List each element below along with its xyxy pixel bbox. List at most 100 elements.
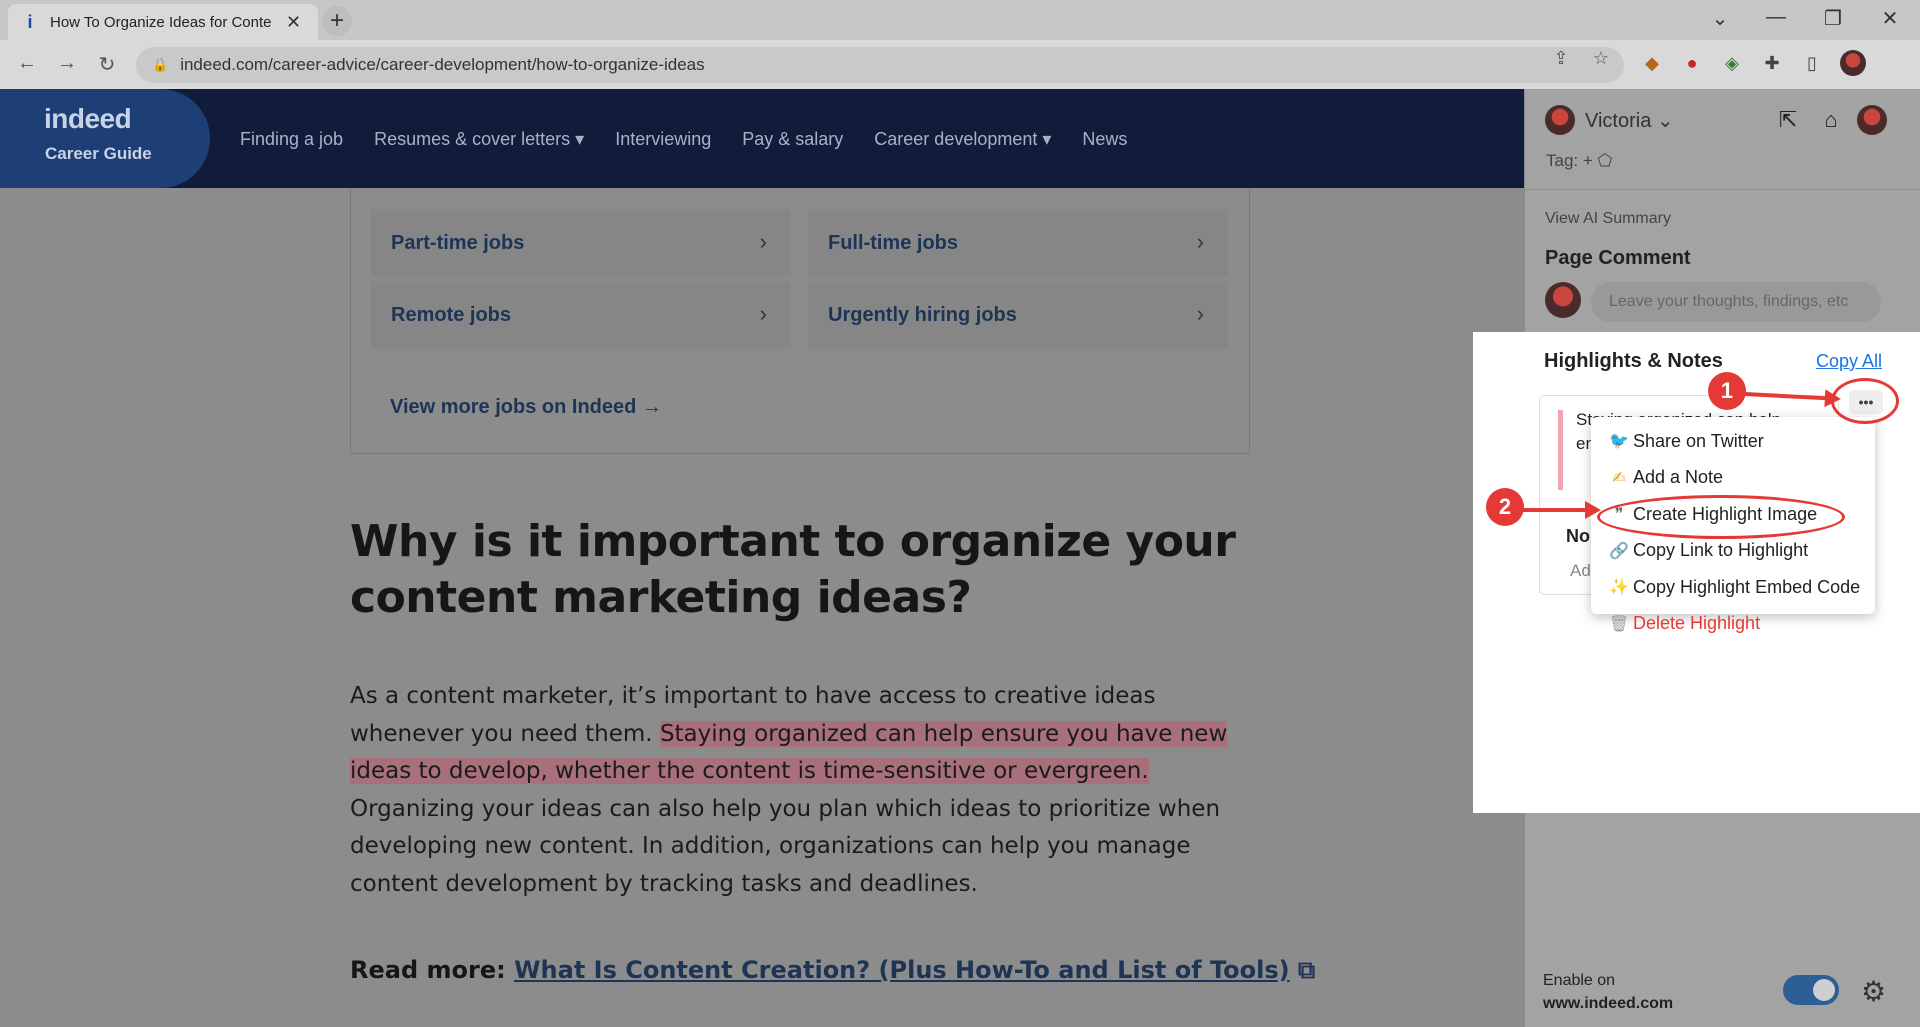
enable-domain-text: www.indeed.com bbox=[1543, 995, 1674, 1012]
job-tile-label: Part-time jobs bbox=[391, 231, 525, 254]
annotation-badge-1: 1 bbox=[1708, 372, 1746, 410]
user-menu[interactable]: Victoria ⌄ bbox=[1545, 105, 1674, 135]
menu-item-label: Copy Link to Highlight bbox=[1633, 540, 1809, 561]
reload-icon[interactable]: ↻ bbox=[92, 52, 122, 77]
settings-gear-icon[interactable]: ⚙ bbox=[1861, 975, 1886, 1008]
toggle-knob bbox=[1813, 979, 1835, 1001]
export-icon[interactable]: ⇱ bbox=[1773, 107, 1803, 133]
tab-search-icon[interactable]: ⌄ bbox=[1700, 6, 1740, 31]
add-tag-button[interactable]: + bbox=[1583, 151, 1593, 170]
new-tab-button[interactable]: + bbox=[322, 6, 352, 36]
colorful-extension-icon[interactable]: ◈ bbox=[1720, 51, 1744, 75]
job-tile-label: Remote jobs bbox=[391, 303, 512, 326]
menu-copy-embed[interactable]: ✨ Copy Highlight Embed Code bbox=[1591, 569, 1875, 606]
trash-icon: 🗑 bbox=[1608, 615, 1630, 633]
extensions-puzzle-icon[interactable]: ✚ bbox=[1760, 51, 1784, 75]
browser-toolbar: ← → ↻ 🔒 indeed.com/career-advice/career-… bbox=[0, 40, 1920, 89]
job-tile-remote[interactable]: Remote jobs › bbox=[371, 281, 791, 349]
user-name: Victoria ⌄ bbox=[1585, 109, 1674, 132]
article-heading: Why is it important to organize your con… bbox=[350, 516, 1236, 623]
restore-button[interactable]: ❐ bbox=[1813, 6, 1853, 31]
nav-interviewing[interactable]: Interviewing bbox=[615, 129, 711, 150]
job-tile-label: Urgently hiring jobs bbox=[828, 303, 1017, 326]
profile-avatar[interactable] bbox=[1840, 50, 1866, 76]
highlights-title: Highlights & Notes bbox=[1544, 350, 1723, 372]
url-text: indeed.com/career-advice/career-developm… bbox=[180, 55, 705, 74]
comment-avatar bbox=[1545, 282, 1581, 318]
enable-toggle[interactable] bbox=[1783, 975, 1839, 1005]
menu-share-twitter[interactable]: 🐦 Share on Twitter bbox=[1591, 423, 1875, 460]
chevron-right-icon: › bbox=[1196, 301, 1204, 326]
view-more-jobs-link[interactable]: View more jobs on Indeed → bbox=[390, 396, 662, 419]
read-more-label: Read more: bbox=[350, 956, 515, 984]
web-page: indeed Career Guide Finding a job Resume… bbox=[0, 89, 1524, 1027]
site-header: indeed Career Guide Finding a job Resume… bbox=[0, 89, 1524, 188]
job-tile-part-time[interactable]: Part-time jobs › bbox=[371, 209, 791, 277]
enable-on-site: Enable on www.indeed.com bbox=[1543, 969, 1673, 1015]
copy-all-link[interactable]: Copy All bbox=[1816, 351, 1882, 372]
annotation-ring-2 bbox=[1597, 495, 1845, 539]
annotation-badge-2: 2 bbox=[1486, 488, 1524, 526]
tag-row: Tag: + ⬠ bbox=[1546, 151, 1612, 171]
nav-news[interactable]: News bbox=[1082, 129, 1127, 150]
chevron-right-icon: › bbox=[759, 301, 767, 326]
view-ai-summary-link[interactable]: View AI Summary bbox=[1545, 210, 1671, 228]
lock-icon: 🔒 bbox=[152, 57, 169, 72]
logo-brand: indeed bbox=[44, 103, 132, 134]
menu-delete-highlight[interactable]: 🗑 Delete Highlight bbox=[1591, 606, 1875, 643]
metamask-extension-icon[interactable]: ◆ bbox=[1640, 51, 1664, 75]
menu-item-label: Delete Highlight bbox=[1633, 613, 1761, 634]
bookmark-star-icon[interactable]: ☆ bbox=[1586, 48, 1616, 69]
tab-title: How To Organize Ideas for Conte bbox=[50, 13, 272, 31]
twitter-icon: 🐦 bbox=[1609, 433, 1629, 451]
forward-icon[interactable]: → bbox=[52, 52, 82, 75]
wand-icon: ✨ bbox=[1609, 579, 1629, 597]
pin-extension-icon[interactable]: ● bbox=[1680, 51, 1704, 75]
page-comment-title: Page Comment bbox=[1545, 247, 1691, 269]
panel-avatar[interactable] bbox=[1857, 105, 1887, 135]
menu-item-label: Share on Twitter bbox=[1633, 430, 1764, 451]
tag-label: Tag: bbox=[1546, 151, 1579, 170]
menu-item-label: Add a Note bbox=[1633, 467, 1724, 488]
close-tab-icon[interactable]: ✕ bbox=[286, 12, 301, 33]
enable-domain: www.indeed.com bbox=[1543, 992, 1673, 1015]
annotation-ring-1 bbox=[1831, 378, 1899, 424]
nav-career-development[interactable]: Career development ▾ bbox=[874, 129, 1051, 150]
menu-add-note[interactable]: ✍ Add a Note bbox=[1591, 460, 1875, 497]
chevron-right-icon: › bbox=[1196, 229, 1204, 254]
job-tile-full-time[interactable]: Full-time jobs › bbox=[808, 209, 1228, 277]
read-more-link[interactable]: What Is Content Creation? (Plus How-To a… bbox=[514, 956, 1290, 984]
enable-label: Enable on bbox=[1543, 972, 1616, 989]
close-window-button[interactable]: ✕ bbox=[1870, 6, 1910, 31]
divider bbox=[1525, 189, 1920, 190]
job-tile-urgent[interactable]: Urgently hiring jobs › bbox=[808, 281, 1228, 349]
nav-resumes[interactable]: Resumes & cover letters ▾ bbox=[374, 129, 584, 150]
home-icon[interactable]: ⌂ bbox=[1816, 107, 1846, 133]
back-icon[interactable]: ← bbox=[12, 52, 42, 75]
user-avatar bbox=[1545, 105, 1575, 135]
chevron-right-icon: › bbox=[759, 229, 767, 254]
article-paragraph: As a content marketer, it’s important to… bbox=[350, 678, 1250, 903]
page-comment-input[interactable]: Leave your thoughts, findings, etc bbox=[1591, 282, 1881, 322]
side-panel-icon[interactable]: ▯ bbox=[1800, 51, 1824, 75]
indeed-favicon-icon: i bbox=[27, 11, 33, 32]
notes-label: No bbox=[1566, 526, 1590, 546]
menu-item-label: Copy Highlight Embed Code bbox=[1633, 576, 1861, 597]
browser-tab[interactable]: i How To Organize Ideas for Conte ✕ bbox=[8, 4, 318, 40]
paragraph-text: Organizing your ideas can also help you … bbox=[350, 795, 1221, 897]
tag-icon[interactable]: ⬠ bbox=[1598, 151, 1613, 170]
nav-pay-salary[interactable]: Pay & salary bbox=[742, 129, 843, 150]
annotation-arrow-2 bbox=[1523, 501, 1601, 519]
nav-finding-a-job[interactable]: Finding a job bbox=[240, 129, 343, 150]
link-icon: 🔗 bbox=[1609, 542, 1629, 560]
add-note-input[interactable]: Ad bbox=[1570, 561, 1591, 581]
minimize-button[interactable]: — bbox=[1756, 6, 1796, 29]
indeed-logo[interactable]: indeed Career Guide bbox=[0, 89, 210, 188]
external-link-icon: ⧉ bbox=[1298, 956, 1316, 984]
note-icon: ✍ bbox=[1612, 469, 1626, 487]
share-icon[interactable]: ⇪ bbox=[1546, 48, 1576, 69]
address-bar[interactable]: 🔒 indeed.com/career-advice/career-develo… bbox=[136, 47, 1624, 83]
highlight-color-bar bbox=[1558, 410, 1563, 490]
site-nav: Finding a job Resumes & cover letters ▾ … bbox=[240, 129, 1158, 150]
logo-subtitle: Career Guide bbox=[45, 144, 152, 163]
